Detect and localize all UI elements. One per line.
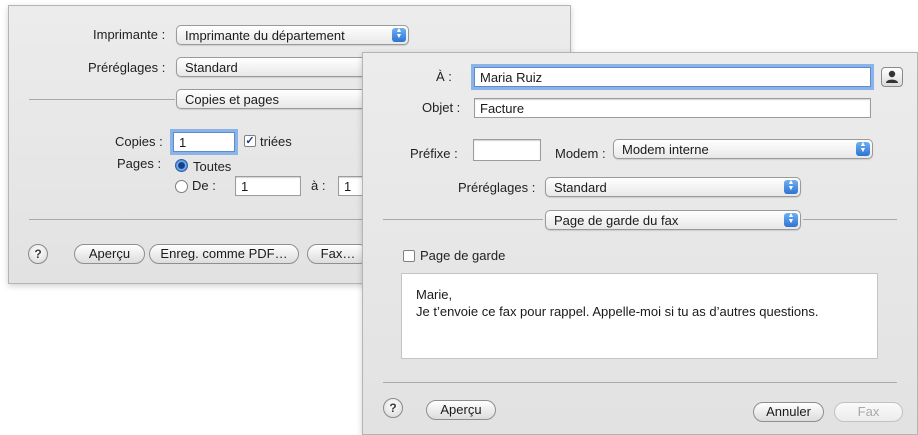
fax-button[interactable]: Fax… xyxy=(307,244,369,264)
presets-value: Standard xyxy=(185,60,238,75)
prefix-field[interactable] xyxy=(473,139,541,161)
from-field[interactable]: 1 xyxy=(235,176,301,196)
cover-message-area[interactable]: Marie, Je t’envoie ce fax pour rappel. A… xyxy=(401,273,878,359)
up-down-arrows-icon: ▲▼ xyxy=(784,212,798,227)
cancel-button[interactable]: Annuler xyxy=(753,402,824,422)
copies-field[interactable]: 1 xyxy=(173,132,235,152)
cover-page-label: Page de garde xyxy=(420,248,506,263)
message-line-1: Marie, xyxy=(416,287,453,302)
section-value: Copies et pages xyxy=(185,92,279,107)
message-line-2: Je t’envoie ce fax pour rappel. Appelle-… xyxy=(416,304,819,319)
all-pages-radio[interactable] xyxy=(175,159,188,172)
up-down-arrows-icon: ▲▼ xyxy=(784,179,798,194)
presets-value: Standard xyxy=(554,180,607,195)
collated-checkbox[interactable]: ✓ xyxy=(244,135,256,147)
from-label: De : xyxy=(192,178,216,193)
person-icon xyxy=(886,70,898,83)
printer-popup[interactable]: Imprimante du département ▲ ▼ xyxy=(176,25,409,45)
prefix-label: Préfixe : xyxy=(410,146,458,161)
printer-label: Imprimante : xyxy=(93,27,166,42)
section-popup[interactable]: Page de garde du fax ▲ ▼ xyxy=(545,210,801,230)
section-value: Page de garde du fax xyxy=(554,213,679,228)
modem-label: Modem : xyxy=(555,146,606,161)
help-icon[interactable]: ? xyxy=(28,244,48,264)
presets-popup[interactable]: Standard ▲▼ xyxy=(545,177,801,197)
collated-label: triées xyxy=(260,134,292,149)
range-pages-radio[interactable] xyxy=(175,180,188,193)
up-down-arrows-icon: ▲▼ xyxy=(856,141,870,156)
all-pages-label: Toutes xyxy=(193,159,232,174)
help-icon[interactable]: ? xyxy=(383,398,403,418)
to-label: à : xyxy=(311,178,326,193)
preview-button[interactable]: Aperçu xyxy=(426,400,496,420)
separator-line xyxy=(29,99,175,100)
separator-line xyxy=(803,219,897,220)
separator-line xyxy=(383,219,543,220)
separator-line xyxy=(383,382,897,383)
address-book-button[interactable] xyxy=(881,67,903,87)
modem-value: Modem interne xyxy=(622,142,709,157)
modem-popup[interactable]: Modem interne ▲ ▼ xyxy=(613,139,873,159)
fax-dialog: À : Maria Ruiz Objet : Facture Préfixe :… xyxy=(362,52,918,435)
save-as-pdf-button[interactable]: Enreg. comme PDF… xyxy=(149,244,299,264)
presets-label: Préréglages : xyxy=(458,180,536,195)
send-fax-button[interactable]: Fax xyxy=(834,402,903,422)
to-field[interactable]: Maria Ruiz xyxy=(474,67,871,87)
printer-value: Imprimante du département xyxy=(185,28,345,43)
to-label: À : xyxy=(436,69,452,84)
pages-label: Pages : xyxy=(117,156,162,171)
cover-page-checkbox[interactable] xyxy=(403,250,415,262)
subject-field[interactable]: Facture xyxy=(474,98,871,118)
presets-label: Préréglages : xyxy=(88,60,166,75)
preview-button[interactable]: Aperçu xyxy=(74,244,145,264)
copies-label: Copies : xyxy=(115,134,163,149)
subject-label: Objet : xyxy=(422,100,461,115)
up-down-arrows-icon: ▲▼ xyxy=(392,27,406,42)
